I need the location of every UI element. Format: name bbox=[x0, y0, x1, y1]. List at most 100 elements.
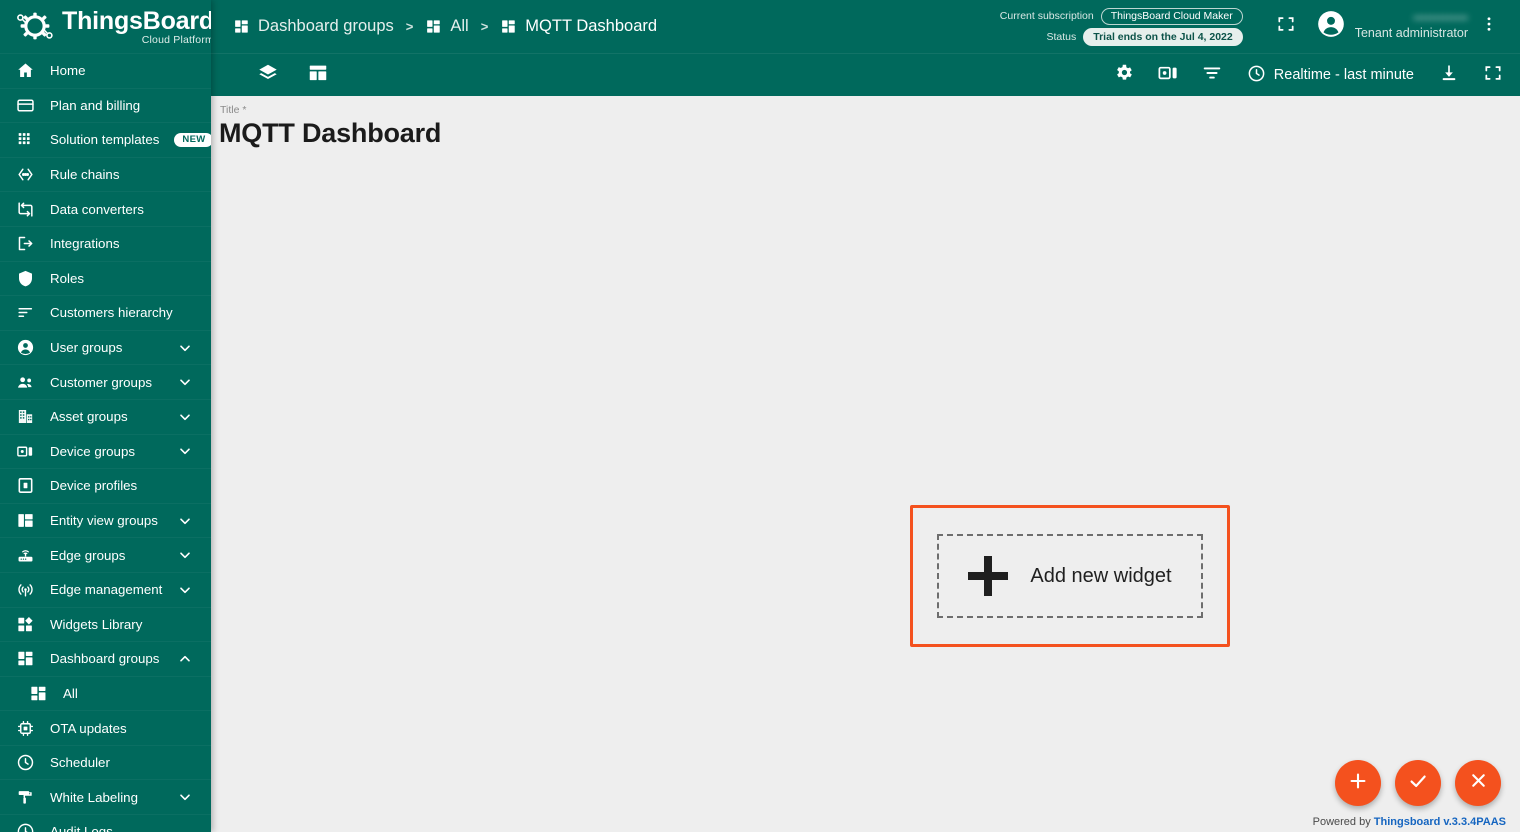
sidebar-item-edge-management[interactable]: Edge management bbox=[0, 571, 211, 607]
sidebar-nav: Home Plan and billing Solution templates NE… bbox=[0, 53, 211, 832]
sidebar-item-asset-groups[interactable]: Asset groups bbox=[0, 398, 211, 434]
dashboard-icon bbox=[16, 649, 35, 668]
timewindow-button[interactable]: Realtime - last minute bbox=[1239, 59, 1422, 92]
layers-icon bbox=[257, 62, 279, 89]
footer: Powered by Thingsboard v.3.3.4PAAS bbox=[1313, 816, 1506, 828]
user-email: ••••••••••••• bbox=[1413, 11, 1468, 26]
chevron-down-icon[interactable] bbox=[177, 443, 193, 459]
sidebar-item-label: Data converters bbox=[50, 201, 144, 217]
sidebar-item-roles[interactable]: Roles bbox=[0, 260, 211, 296]
layers-button[interactable] bbox=[251, 58, 285, 92]
filters-button[interactable] bbox=[1195, 58, 1229, 92]
cancel-fab[interactable] bbox=[1455, 760, 1501, 806]
breadcrumb-item-mqtt-dashboard[interactable]: MQTT Dashboard bbox=[500, 17, 657, 36]
footer-version-link[interactable]: Thingsboard v.3.3.4PAAS bbox=[1374, 816, 1506, 828]
sidebar-item-label: Solution templates bbox=[50, 132, 160, 148]
sidebar-item-all[interactable]: All bbox=[0, 675, 211, 711]
sidebar-item-audit-logs[interactable]: Audit Logs bbox=[0, 814, 211, 832]
sidebar-item-widgets-library[interactable]: Widgets Library bbox=[0, 606, 211, 642]
sidebar-item-label: Roles bbox=[50, 270, 84, 286]
breadcrumb-item-all[interactable]: All bbox=[425, 17, 469, 36]
sidebar-item-ota-updates[interactable]: OTA updates bbox=[0, 710, 211, 745]
page-title[interactable]: MQTT Dashboard bbox=[219, 118, 1520, 149]
add-new-widget-label: Add new widget bbox=[1030, 564, 1172, 587]
chevron-down-icon[interactable] bbox=[177, 582, 193, 598]
device-profile-icon bbox=[16, 476, 35, 495]
broadcast-icon bbox=[16, 580, 35, 599]
apps-grid-icon bbox=[16, 130, 35, 149]
sidebar-item-scheduler[interactable]: Scheduler bbox=[0, 744, 211, 780]
sidebar-item-customers-hierarchy[interactable]: Customers hierarchy bbox=[0, 295, 211, 330]
dashboard-fullscreen-button[interactable] bbox=[1476, 58, 1510, 92]
sidebar-item-label: Customers hierarchy bbox=[50, 305, 173, 321]
sidebar-item-customer-groups[interactable]: Customer groups bbox=[0, 364, 211, 399]
dashboard-toolbar-right: Realtime - last minute bbox=[1107, 58, 1510, 92]
status-label: Status bbox=[1046, 30, 1077, 43]
sidebar-item-label: Audit Logs bbox=[50, 824, 113, 832]
fullscreen-button[interactable] bbox=[1269, 10, 1303, 44]
export-button[interactable] bbox=[1432, 58, 1466, 92]
right-pane: Dashboard groups > All > MQTT Dashboard Curr… bbox=[211, 0, 1520, 832]
chevron-down-icon[interactable] bbox=[177, 374, 193, 390]
sidebar-item-data-converters[interactable]: Data converters bbox=[0, 191, 211, 226]
integration-icon bbox=[16, 234, 35, 253]
sidebar-item-rule-chains[interactable]: Rule chains bbox=[0, 156, 211, 192]
settings-button[interactable] bbox=[1107, 58, 1141, 92]
sidebar-item-entity-view-groups[interactable]: Entity view groups bbox=[0, 502, 211, 538]
sidebar-item-solution-templates[interactable]: Solution templates NEW bbox=[0, 122, 211, 157]
device-states-icon bbox=[1157, 62, 1179, 89]
chevron-down-icon[interactable] bbox=[177, 409, 193, 425]
apply-fab[interactable] bbox=[1395, 760, 1441, 806]
user-menu-button[interactable]: ••••••••••••• Tenant administrator bbox=[1317, 10, 1468, 43]
filter-icon bbox=[1201, 62, 1223, 89]
home-icon bbox=[16, 61, 35, 80]
more-options-button[interactable] bbox=[1472, 10, 1506, 44]
add-new-widget-button[interactable]: Add new widget bbox=[937, 534, 1203, 618]
user-icon bbox=[16, 338, 35, 357]
sidebar-item-plan-and-billing[interactable]: Plan and billing bbox=[0, 87, 211, 123]
sidebar-item-label: OTA updates bbox=[50, 720, 127, 736]
thingsboard-logo-icon bbox=[16, 9, 54, 45]
chevron-down-icon[interactable] bbox=[177, 789, 193, 805]
dashboard-icon bbox=[500, 18, 517, 35]
add-fab[interactable] bbox=[1335, 760, 1381, 806]
top-bar: Dashboard groups > All > MQTT Dashboard Curr… bbox=[211, 0, 1520, 53]
widget-placeholder-slot: Add new widget bbox=[910, 505, 1230, 647]
sidebar-item-device-groups[interactable]: Device groups bbox=[0, 433, 211, 469]
sidebar-item-user-groups[interactable]: User groups bbox=[0, 329, 211, 365]
widgets-icon bbox=[16, 615, 35, 634]
sidebar-item-dashboard-groups[interactable]: Dashboard groups bbox=[0, 641, 211, 676]
sidebar-item-home[interactable]: Home bbox=[0, 53, 211, 88]
entity-aliases-button[interactable] bbox=[1151, 58, 1185, 92]
chip-icon bbox=[16, 719, 35, 738]
more-vertical-icon bbox=[1480, 15, 1498, 38]
close-icon bbox=[1468, 770, 1489, 796]
clock-icon bbox=[16, 753, 35, 772]
rule-chain-icon bbox=[16, 165, 35, 184]
credit-card-icon bbox=[16, 96, 35, 115]
dashboard-toolbar: Realtime - last minute bbox=[211, 53, 1520, 96]
user-role: Tenant administrator bbox=[1354, 26, 1468, 41]
chevron-down-icon[interactable] bbox=[177, 513, 193, 529]
sidebar-item-white-labeling[interactable]: White Labeling bbox=[0, 779, 211, 814]
sidebar-item-label: Rule chains bbox=[50, 167, 120, 183]
breadcrumb-item-dashboard-groups[interactable]: Dashboard groups bbox=[233, 17, 394, 36]
chevron-down-icon[interactable] bbox=[177, 547, 193, 563]
chevron-down-icon[interactable] bbox=[177, 340, 193, 356]
fullscreen-icon bbox=[1276, 14, 1296, 39]
brand-logo-block[interactable]: ThingsBoard Cloud Platform bbox=[0, 0, 211, 53]
sidebar-item-device-profiles[interactable]: Device profiles bbox=[0, 468, 211, 503]
data-converter-icon bbox=[16, 200, 35, 219]
sidebar-item-label: Customer groups bbox=[50, 374, 152, 390]
brand-tagline: Cloud Platform bbox=[141, 34, 211, 47]
topbar-right-group: Current subscription ThingsBoard Cloud M… bbox=[1000, 7, 1506, 46]
building-icon bbox=[16, 407, 35, 426]
chevron-up-icon[interactable] bbox=[177, 651, 193, 667]
dashboard-title-block: Title * MQTT Dashboard bbox=[211, 96, 1520, 149]
subscription-pill[interactable]: ThingsBoard Cloud Maker bbox=[1100, 7, 1243, 25]
check-icon bbox=[1407, 770, 1429, 797]
sidebar-item-integrations[interactable]: Integrations bbox=[0, 225, 211, 261]
sidebar-item-edge-groups[interactable]: Edge groups bbox=[0, 537, 211, 572]
dashboard-layout-button[interactable] bbox=[301, 58, 335, 92]
status-badge[interactable]: Trial ends on the Jul 4, 2022 bbox=[1083, 28, 1243, 46]
